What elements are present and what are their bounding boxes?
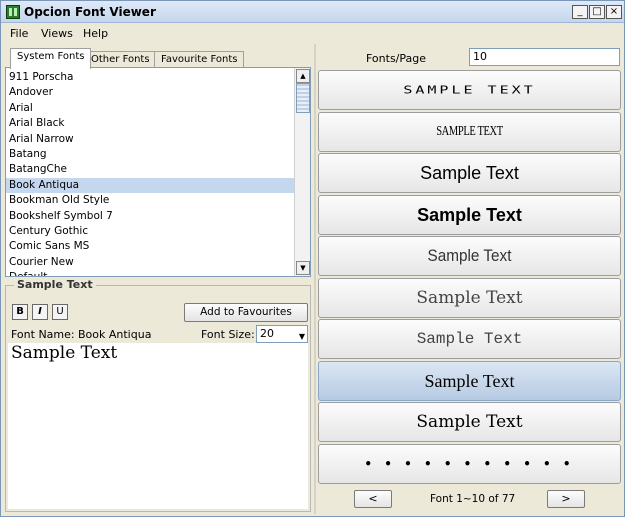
font-list-item[interactable]: Batang [6, 147, 294, 162]
font-list-item[interactable]: Bookman Old Style [6, 193, 294, 208]
menu-views[interactable]: Views [41, 27, 73, 40]
font-sample-card[interactable]: SAMPLE TEXT [318, 111, 621, 152]
font-sample-card[interactable]: SAMPLE TEXT [318, 70, 621, 110]
next-page-button[interactable]: > [547, 490, 585, 508]
font-list-item[interactable]: BatangChe [6, 162, 294, 177]
fonts-per-page-input[interactable]: 10 [469, 48, 620, 66]
font-sample-card[interactable]: Sample Text [318, 153, 621, 193]
font-list-item[interactable]: 911 Porscha [6, 70, 294, 85]
font-sample-card[interactable]: Sample Text [318, 402, 621, 442]
window-title: Opcion Font Viewer [24, 5, 156, 19]
font-list-item[interactable]: Arial Narrow [6, 132, 294, 147]
font-list[interactable]: 911 Porscha Andover Arial Arial Black Arial … [6, 70, 294, 276]
font-sample-text: Sample Text [416, 287, 523, 308]
font-size-value: 20 [260, 327, 274, 340]
font-sample-card-selected[interactable]: Sample Text [318, 360, 621, 401]
sample-text-editor[interactable]: Sample Text [8, 343, 308, 509]
font-list-item[interactable]: Century Gothic [6, 224, 294, 239]
font-sample-text: Sample Text [420, 163, 519, 183]
sample-text-group: Sample Text B I U Add to Favourites Font… [5, 278, 311, 512]
font-sample-text: Sample Text [427, 246, 512, 265]
vertical-scrollbar[interactable]: ▲ ▼ [294, 68, 310, 276]
menu-bar: File Views Help [1, 23, 624, 43]
font-sample-text: Sample Text [416, 412, 523, 432]
font-list-box: 911 Porscha Andover Arial Arial Black Arial … [5, 67, 311, 277]
close-button[interactable]: × [606, 5, 622, 19]
menu-help[interactable]: Help [83, 27, 108, 40]
sample-group-title: Sample Text [14, 278, 96, 291]
scroll-up-arrow-icon[interactable]: ▲ [296, 69, 310, 83]
minimize-button[interactable]: _ [572, 5, 588, 19]
font-sample-card[interactable]: Sample Text [318, 319, 621, 359]
font-list-item[interactable]: Default [6, 270, 294, 276]
font-sample-card[interactable]: Sample Text [318, 277, 621, 318]
font-name-value: Book Antiqua [78, 328, 152, 341]
maximize-button[interactable]: □ [589, 5, 605, 19]
title-bar[interactable]: Opcion Font Viewer _ □ × [1, 1, 624, 23]
font-sample-card[interactable]: • • • • • • • • • • • [318, 443, 621, 484]
font-sample-text: • • • • • • • • • • • [364, 456, 575, 471]
font-sample-text: SAMPLE TEXT [403, 83, 536, 97]
left-pane: System Fonts Other Fonts Favourite Fonts… [3, 44, 314, 514]
italic-button[interactable]: I [32, 304, 48, 320]
font-sample-text: Sample Text [416, 330, 523, 348]
font-sample-text: SAMPLE TEXT [436, 123, 503, 139]
page-status: Font 1~10 of 77 [430, 493, 516, 505]
sample-preview-text: Sample Text [11, 343, 118, 363]
prev-page-button[interactable]: < [354, 490, 392, 508]
font-list-item[interactable]: Arial [6, 101, 294, 116]
font-sample-card[interactable]: Sample Text [318, 236, 621, 276]
app-icon [6, 5, 20, 19]
font-list-item[interactable]: Courier New [6, 255, 294, 270]
app-window: Opcion Font Viewer _ □ × File Views Help… [0, 0, 625, 517]
font-list-item[interactable]: Arial Black [6, 116, 294, 131]
font-list-item[interactable]: Bookshelf Symbol 7 [6, 209, 294, 224]
font-sample-list: SAMPLE TEXT SAMPLE TEXT Sample Text Samp… [318, 70, 621, 485]
font-sample-text: Sample Text [424, 370, 515, 391]
font-size-label: Font Size: [201, 328, 255, 341]
font-list-item[interactable]: Andover [6, 85, 294, 100]
tab-system-fonts[interactable]: System Fonts [10, 48, 92, 69]
add-to-favourites-button[interactable]: Add to Favourites [184, 303, 308, 322]
scrollbar-thumb[interactable] [296, 83, 310, 113]
font-name-label: Font Name: [11, 328, 75, 341]
font-source-tabs: System Fonts Other Fonts Favourite Fonts [5, 48, 311, 69]
menu-file[interactable]: File [10, 27, 28, 40]
font-list-item-selected[interactable]: Book Antiqua [6, 177, 294, 194]
right-pane: Fonts/Page 10 SAMPLE TEXT SAMPLE TEXT Sa… [316, 44, 624, 514]
bold-button[interactable]: B [12, 304, 28, 320]
underline-button[interactable]: U [52, 304, 68, 320]
font-list-item[interactable]: Comic Sans MS [6, 239, 294, 254]
font-size-select[interactable]: 20 ▼ [256, 325, 308, 343]
font-sample-text: Sample Text [417, 204, 522, 225]
scroll-down-arrow-icon[interactable]: ▼ [296, 261, 310, 275]
fonts-per-page-label: Fonts/Page [366, 52, 427, 65]
font-sample-card[interactable]: Sample Text [318, 194, 621, 235]
